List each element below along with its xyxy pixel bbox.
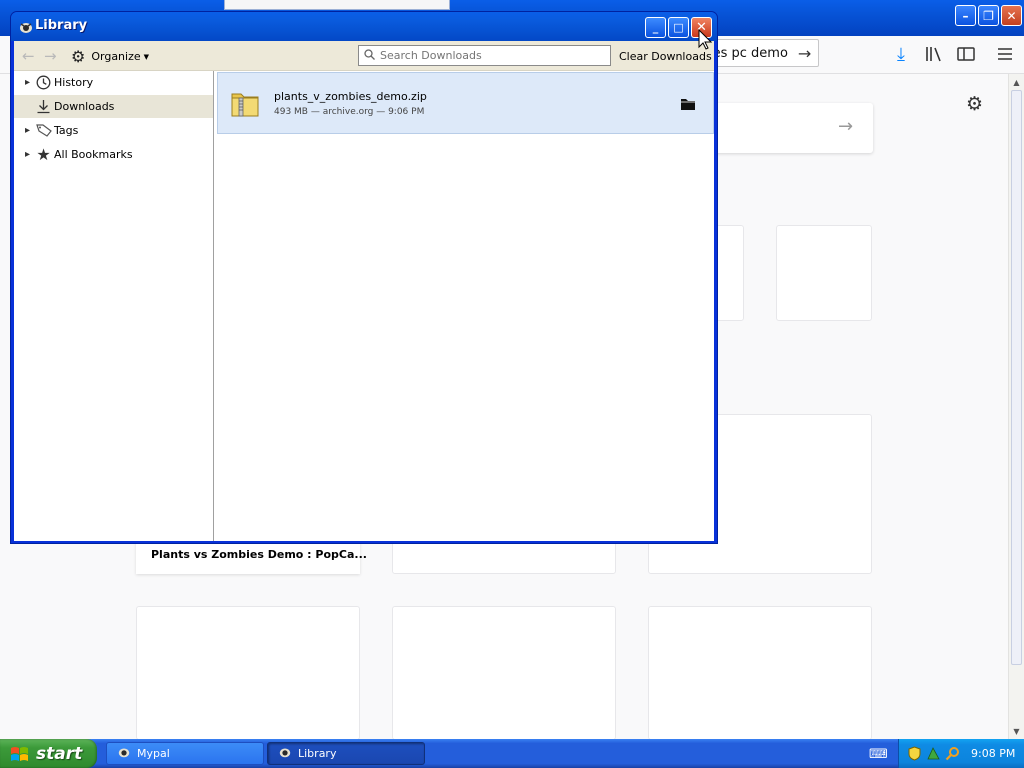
library-titlebar[interactable]: Library _ □ ✕ xyxy=(11,12,717,41)
newtab-search-arrow-icon[interactable]: → xyxy=(838,116,853,137)
highlight-tile[interactable] xyxy=(648,606,872,740)
keyboard-icon[interactable]: ⌨ xyxy=(869,747,888,762)
search-icon xyxy=(364,48,375,63)
sidebar-item-label: All Bookmarks xyxy=(54,148,133,161)
highlight-tile[interactable] xyxy=(392,606,616,740)
search-field-text: ies pc demo xyxy=(709,45,788,61)
scroll-down-arrow-icon[interactable]: ▼ xyxy=(1009,723,1024,739)
start-button[interactable]: start xyxy=(0,739,97,768)
folder-icon[interactable] xyxy=(680,97,696,111)
clock-icon xyxy=(35,74,52,91)
app-icon xyxy=(18,19,34,35)
clear-downloads-button[interactable]: Clear Downloads xyxy=(619,50,712,63)
sidebar-item-tags[interactable]: ▸ Tags xyxy=(14,119,213,142)
network-icon[interactable] xyxy=(925,746,941,762)
zip-file-icon xyxy=(229,88,261,120)
chevron-right-icon[interactable]: ▸ xyxy=(21,77,34,88)
page-scrollbar[interactable]: ▲ ▼ xyxy=(1008,74,1024,739)
sidebar-item-label: Downloads xyxy=(54,100,115,113)
download-filename: plants_v_zombies_demo.zip xyxy=(274,90,427,103)
download-item[interactable]: plants_v_zombies_demo.zip 493 MB — archi… xyxy=(217,72,714,134)
highlight-tile[interactable] xyxy=(392,540,616,574)
sidebar-item-history[interactable]: ▸ History xyxy=(14,71,213,94)
windows-logo-icon xyxy=(11,746,28,761)
mouse-cursor-icon xyxy=(698,28,713,51)
highlight-tile-caption[interactable]: Plants vs Zombies Demo : PopCa... xyxy=(136,540,367,574)
sidebar-icon[interactable] xyxy=(956,44,976,64)
download-meta: 493 MB — archive.org — 9:06 PM xyxy=(274,107,425,117)
taskbar-item-mypal[interactable]: Mypal xyxy=(106,742,264,765)
shield-icon[interactable] xyxy=(906,746,922,762)
go-arrow-icon[interactable]: → xyxy=(798,44,811,63)
minimize-button[interactable]: _ xyxy=(645,17,666,38)
highlight-tile[interactable] xyxy=(136,606,360,740)
start-label: start xyxy=(36,743,83,764)
sidebar-item-downloads[interactable]: Downloads xyxy=(14,95,213,118)
app-icon xyxy=(278,745,292,762)
gear-icon: ⚙ xyxy=(71,47,86,66)
gear-icon[interactable]: ⚙ xyxy=(966,93,983,115)
library-toolbar: ← → ⚙ Organize ▼ Clear Downloads xyxy=(14,41,714,71)
scroll-up-arrow-icon[interactable]: ▲ xyxy=(1009,74,1024,90)
library-icon[interactable] xyxy=(924,44,944,64)
organize-label: Organize xyxy=(91,50,141,63)
back-arrow-icon[interactable]: ← xyxy=(22,47,35,65)
organize-button[interactable]: ⚙ Organize ▼ xyxy=(71,47,149,66)
library-sidebar: ▸ History Downloads ▸ Tags ▸ ★ All Bookm… xyxy=(14,71,214,541)
maximize-button[interactable]: □ xyxy=(668,17,689,38)
system-tray: 9:08 PM xyxy=(898,739,1024,768)
forward-arrow-icon[interactable]: → xyxy=(44,47,57,65)
download-icon xyxy=(35,98,52,115)
chevron-right-icon[interactable]: ▸ xyxy=(21,125,34,136)
browser-restore-button[interactable]: ❐ xyxy=(978,5,999,26)
browser-tab[interactable] xyxy=(224,0,450,10)
taskbar-item-library[interactable]: Library xyxy=(267,742,425,765)
app-icon xyxy=(117,745,131,762)
browser-minimize-button[interactable]: – xyxy=(955,5,976,26)
library-client: ← → ⚙ Organize ▼ Clear Downloads ▸ xyxy=(14,41,714,541)
tag-icon xyxy=(35,122,52,139)
search-downloads-field[interactable] xyxy=(358,45,611,66)
sidebar-item-label: History xyxy=(54,76,94,89)
library-title: Library xyxy=(35,18,88,33)
sidebar-item-all-bookmarks[interactable]: ▸ ★ All Bookmarks xyxy=(14,143,213,166)
tile-caption-text: Plants vs Zombies Demo : PopCa... xyxy=(151,548,367,561)
taskbar-item-label: Library xyxy=(298,747,337,760)
star-icon: ★ xyxy=(36,145,51,164)
top-site-tile[interactable] xyxy=(776,225,872,321)
chevron-right-icon[interactable]: ▸ xyxy=(21,149,34,160)
library-window: Library _ □ ✕ ← → ⚙ Organize ▼ Clear Dow… xyxy=(10,11,718,544)
search-downloads-input[interactable] xyxy=(380,49,600,62)
scrollbar-thumb[interactable] xyxy=(1011,90,1022,665)
download-icon[interactable]: ⤓ xyxy=(891,44,911,65)
menu-icon[interactable] xyxy=(995,44,1015,64)
taskbar-item-label: Mypal xyxy=(137,747,170,760)
search-icon[interactable] xyxy=(944,746,960,762)
chevron-down-icon: ▼ xyxy=(143,52,150,61)
downloads-list: plants_v_zombies_demo.zip 493 MB — archi… xyxy=(215,71,714,541)
clock: 9:08 PM xyxy=(971,747,1016,760)
sidebar-item-label: Tags xyxy=(54,124,79,137)
browser-close-button[interactable]: ✕ xyxy=(1001,5,1022,26)
